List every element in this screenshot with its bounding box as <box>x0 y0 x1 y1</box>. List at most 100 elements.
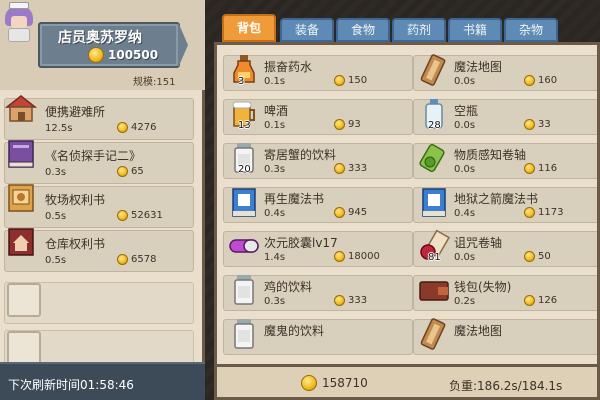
shop-item[interactable]: 《名侦探手记二》 0.3s 65 <box>4 140 194 184</box>
inventory-item[interactable]: 魔法地图 <box>413 316 597 355</box>
inventory-item-price: 160 <box>524 75 557 86</box>
inventory-item-price: 33 <box>524 119 551 130</box>
map-icon <box>416 316 452 352</box>
refresh-timer: 下次刷新时间01:58:46 <box>8 378 134 392</box>
scroll-deed-icon <box>3 179 39 215</box>
empty-slot[interactable] <box>4 282 194 324</box>
jar-drink-icon <box>226 272 262 308</box>
coin-icon <box>117 166 128 177</box>
inventory-item[interactable]: 20 寄居蟹的饮料 0.3s 333 <box>223 143 413 179</box>
inventory-item-price-value: 50 <box>538 251 551 262</box>
shop-item-price: 6578 <box>117 254 156 265</box>
inventory-item-time: 0.2s <box>454 296 476 307</box>
capsule-icon <box>226 228 262 264</box>
shop-item-title: 便携避难所 <box>45 105 106 119</box>
shop-panel: 店员奥苏罗纳 100500 规模:151 便携避难所 12.5s 4276 《名… <box>0 0 205 400</box>
inventory-item-title: 诅咒卷轴 <box>454 236 503 250</box>
inventory-item[interactable]: 28 空瓶 0.0s 33 <box>413 99 597 135</box>
shop-item[interactable]: 仓库权利书 0.5s 6578 <box>4 228 194 272</box>
inventory-item-time: 0.3s <box>264 164 286 175</box>
coin-icon <box>117 210 128 221</box>
inventory-item[interactable]: 次元胶囊lv17 1.4s 18000 <box>223 231 413 267</box>
coin-icon <box>301 375 317 391</box>
inventory-item[interactable]: 魔法地图 0.0s 160 <box>413 54 597 91</box>
inventory-footer: 158710 负重:186.2s/184.1s <box>214 364 600 400</box>
tab-books[interactable]: 书籍 <box>448 18 502 42</box>
inventory-item-price-value: 116 <box>538 163 558 174</box>
inventory-tabs: 背包 装备 食物 药剂 书籍 杂物 <box>214 14 600 44</box>
tab-equipment[interactable]: 装备 <box>280 18 334 42</box>
shop-item-time: 0.3s <box>45 167 67 178</box>
shop-item-title: 牧场权利书 <box>45 193 106 207</box>
coin-icon <box>334 207 345 218</box>
inventory-item-price-value: 333 <box>348 295 368 306</box>
inventory-item-price-value: 33 <box>538 119 551 130</box>
inventory-item-title: 寄居蟹的饮料 <box>264 148 337 162</box>
tab-food[interactable]: 食物 <box>336 18 390 42</box>
inventory-item-time: 0.0s <box>454 164 476 175</box>
coin-icon <box>524 119 535 130</box>
inventory-item-price-value: 333 <box>348 163 368 174</box>
inventory-item[interactable]: 81 诅咒卷轴 0.0s 50 <box>413 229 597 267</box>
inventory-item-title: 啤酒 <box>264 104 289 118</box>
shop-gold-value: 100500 <box>108 48 159 62</box>
shop-header: 店员奥苏罗纳 100500 规模:151 <box>0 0 205 90</box>
inventory-item[interactable]: 钱包(失物) 0.2s 126 <box>413 275 597 311</box>
inventory-item-price: 945 <box>334 207 367 218</box>
inventory-item[interactable]: 物质感知卷轴 0.0s 116 <box>413 143 597 179</box>
shop-item-price-value: 65 <box>131 166 144 177</box>
inventory-item-price-value: 126 <box>538 295 558 306</box>
inventory-item-time: 0.3s <box>264 296 286 307</box>
house-icon <box>3 91 39 127</box>
tab-potion[interactable]: 药剂 <box>392 18 446 42</box>
inventory-item[interactable]: 再生魔法书 0.4s 945 <box>223 187 413 223</box>
inventory-item[interactable]: 魔鬼的饮料 <box>223 319 413 355</box>
item-count: 81 <box>428 252 441 263</box>
inventory-item-price: 333 <box>334 295 367 306</box>
shop-item-price-value: 6578 <box>131 254 157 265</box>
shop-item-title: 《名侦探手记二》 <box>45 149 142 163</box>
shopkeeper-avatar[interactable] <box>2 2 36 42</box>
coin-icon <box>524 75 535 86</box>
inventory-item-time: 0.4s <box>264 208 286 219</box>
item-count: 3 <box>238 76 245 87</box>
inventory-item-title: 次元胶囊lv17 <box>264 236 338 250</box>
shop-item-price: 65 <box>117 166 144 177</box>
coin-icon <box>334 119 345 130</box>
shop-item-price-value: 52631 <box>131 210 163 221</box>
inventory-item-price-value: 160 <box>538 75 558 86</box>
magic-book-icon <box>226 184 262 220</box>
inventory-panel: 背包 装备 食物 药剂 书籍 杂物 3 振奋药水 0.1s 150 魔法地图 0.0s 16… <box>214 14 600 400</box>
inventory-item-price: 1173 <box>524 207 563 218</box>
jar-drink-icon <box>226 316 262 352</box>
inventory-item[interactable]: 13 啤酒 0.1s 93 <box>223 99 413 135</box>
inventory-item[interactable]: 地狱之箭魔法书 0.4s 1173 <box>413 184 597 223</box>
player-gold-value: 158710 <box>322 376 368 390</box>
inventory-item[interactable]: 鸡的饮料 0.3s 333 <box>223 275 413 311</box>
inventory-item-title: 空瓶 <box>454 104 479 118</box>
shop-item-title: 仓库权利书 <box>45 237 106 251</box>
inventory-item-title: 魔法地图 <box>454 60 503 74</box>
refresh-bar: 下次刷新时间01:58:46 <box>0 362 205 400</box>
inventory-item-title: 再生魔法书 <box>264 192 325 206</box>
inventory-item-price: 116 <box>524 163 557 174</box>
coin-icon <box>334 251 345 262</box>
tab-misc[interactable]: 杂物 <box>504 18 558 42</box>
shop-item-list: 便携避难所 12.5s 4276 《名侦探手记二》 0.3s 65 牧场权利书 … <box>0 90 205 372</box>
inventory-item[interactable]: 3 振奋药水 0.1s 150 <box>223 55 413 91</box>
inventory-item-price: 18000 <box>334 251 380 262</box>
warehouse-deed-icon <box>3 223 39 259</box>
coin-icon <box>334 163 345 174</box>
coin-icon <box>334 75 345 86</box>
inventory-item-title: 物质感知卷轴 <box>454 148 527 162</box>
tab-bag[interactable]: 背包 <box>222 14 276 42</box>
coin-icon <box>334 295 345 306</box>
book-icon <box>3 135 39 171</box>
shop-item[interactable]: 牧场权利书 0.5s 52631 <box>4 184 194 228</box>
inventory-item-title: 地狱之箭魔法书 <box>454 192 539 206</box>
shop-item[interactable]: 便携避难所 12.5s 4276 <box>4 95 194 140</box>
coin-icon <box>524 163 535 174</box>
inventory-item-time: 0.4s <box>454 208 476 219</box>
magic-book-icon <box>416 184 452 220</box>
shop-item-price: 52631 <box>117 210 163 221</box>
